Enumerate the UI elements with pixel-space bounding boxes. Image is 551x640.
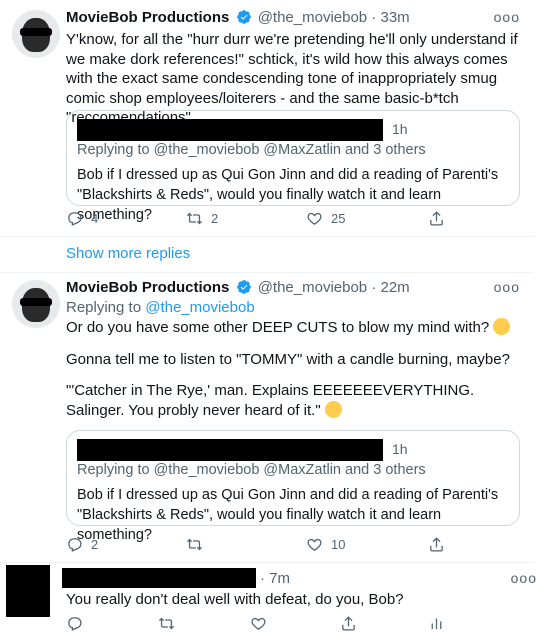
reply-handles: @the_moviebob @MaxZatlin (153, 462, 341, 478)
reply-prefix: Replying to (77, 462, 150, 478)
more-options-icon[interactable]: ooo (494, 279, 520, 295)
like-button[interactable]: 25 (306, 210, 345, 227)
reply-button[interactable] (66, 615, 83, 632)
share-icon (430, 211, 443, 226)
redacted-author (62, 568, 256, 588)
verified-badge-icon (236, 10, 251, 24)
retweet-count: 2 (211, 211, 219, 226)
laughing-emoji-icon (493, 318, 511, 335)
redacted-author (77, 119, 383, 141)
reply-suffix: and 3 others (345, 142, 426, 158)
tweet-header: MovieBob Productions @the_moviebob · 22m (66, 278, 410, 298)
share-icon (430, 537, 443, 552)
more-options-icon[interactable]: ooo (494, 9, 520, 25)
tweet-header: · 7m (260, 569, 290, 589)
like-button[interactable]: 10 (306, 536, 345, 553)
tweet-actions: 2 10 (66, 536, 446, 556)
tweet-actions: 4 2 25 (66, 210, 446, 230)
like-count: 25 (331, 211, 346, 226)
divider (0, 562, 534, 563)
tweet-header: MovieBob Productions @the_moviebob · 33m (66, 8, 410, 28)
reply-prefix: Replying to (77, 142, 150, 158)
reply-icon (68, 212, 82, 226)
more-options-icon[interactable]: ooo (511, 570, 537, 586)
display-name[interactable]: MovieBob Productions (66, 279, 229, 296)
timestamp[interactable]: 22m (381, 279, 410, 296)
analytics-button[interactable] (428, 615, 445, 632)
share-button[interactable] (428, 210, 445, 227)
avatar-glasses (20, 28, 52, 36)
share-button[interactable] (340, 615, 357, 632)
avatar-glasses (20, 298, 52, 306)
avatar[interactable] (12, 280, 60, 328)
heart-icon (307, 538, 322, 551)
quoted-tweet[interactable]: 1h Replying to @the_moviebob @MaxZatlin … (66, 110, 520, 223)
tweet-text: Or do you have some other DEEP CUTS to b… (66, 318, 526, 420)
reply-button[interactable]: 2 (66, 536, 98, 553)
reply-count: 2 (91, 537, 99, 552)
avatar[interactable] (12, 10, 60, 58)
show-more-replies-link[interactable]: Show more replies (66, 245, 190, 262)
reply-suffix: and 3 others (345, 462, 426, 478)
verified-badge-icon (236, 280, 251, 294)
quoted-reply-context: Replying to @the_moviebob @MaxZatlin and… (77, 142, 426, 158)
quoted-timestamp: 1h (392, 121, 408, 137)
quoted-tweet[interactable]: 1h Replying to @the_moviebob @MaxZatlin … (66, 430, 520, 543)
like-count: 10 (331, 537, 346, 552)
rolling-eyes-emoji-icon (324, 400, 342, 418)
heart-icon (307, 212, 322, 225)
tweet-text: You really don't deal well with defeat, … (66, 591, 404, 608)
divider (0, 236, 534, 237)
user-handle[interactable]: @the_moviebob (258, 279, 367, 296)
redacted-avatar[interactable] (6, 565, 50, 617)
tweet-actions (66, 615, 506, 635)
share-icon (342, 616, 355, 631)
reply-context: Replying to @the_moviebob (66, 298, 255, 318)
retweet-icon (186, 212, 203, 225)
tweet-line: "'Catcher in The Rye,' man. Explains EEE… (66, 382, 475, 419)
quoted-reply-context: Replying to @the_moviebob @MaxZatlin and… (77, 462, 426, 478)
quoted-timestamp: 1h (392, 441, 408, 457)
retweet-button[interactable]: 2 (186, 210, 218, 227)
reply-icon (68, 617, 82, 631)
separator-dot: · (371, 9, 377, 26)
display-name[interactable]: MovieBob Productions (66, 9, 229, 26)
tweet-1[interactable]: MovieBob Productions @the_moviebob · 33m… (0, 0, 534, 236)
reply-handle-link[interactable]: @the_moviebob (145, 299, 254, 316)
reply-count: 4 (91, 211, 99, 226)
redacted-author (77, 439, 383, 461)
heart-icon (251, 617, 266, 630)
timestamp[interactable]: 7m (269, 570, 290, 587)
reply-icon (68, 538, 82, 552)
like-button[interactable] (250, 615, 267, 632)
tweet-line: Or do you have some other DEEP CUTS to b… (66, 319, 490, 336)
retweet-icon (158, 617, 175, 630)
retweet-button[interactable] (158, 615, 175, 632)
retweet-icon (186, 538, 203, 551)
reply-prefix: Replying to (66, 299, 142, 316)
separator-dot: · (260, 570, 265, 587)
tweet-line: Gonna tell me to listen to "TOMMY" with … (66, 350, 510, 368)
retweet-button[interactable] (186, 536, 203, 553)
reply-button[interactable]: 4 (66, 210, 98, 227)
analytics-icon (431, 618, 442, 630)
timestamp[interactable]: 33m (381, 9, 410, 26)
tweet-2[interactable]: MovieBob Productions @the_moviebob · 22m… (0, 272, 534, 562)
user-handle[interactable]: @the_moviebob (258, 9, 367, 26)
share-button[interactable] (428, 536, 445, 553)
reply-handles: @the_moviebob @MaxZatlin (153, 142, 341, 158)
separator-dot: · (371, 279, 377, 296)
